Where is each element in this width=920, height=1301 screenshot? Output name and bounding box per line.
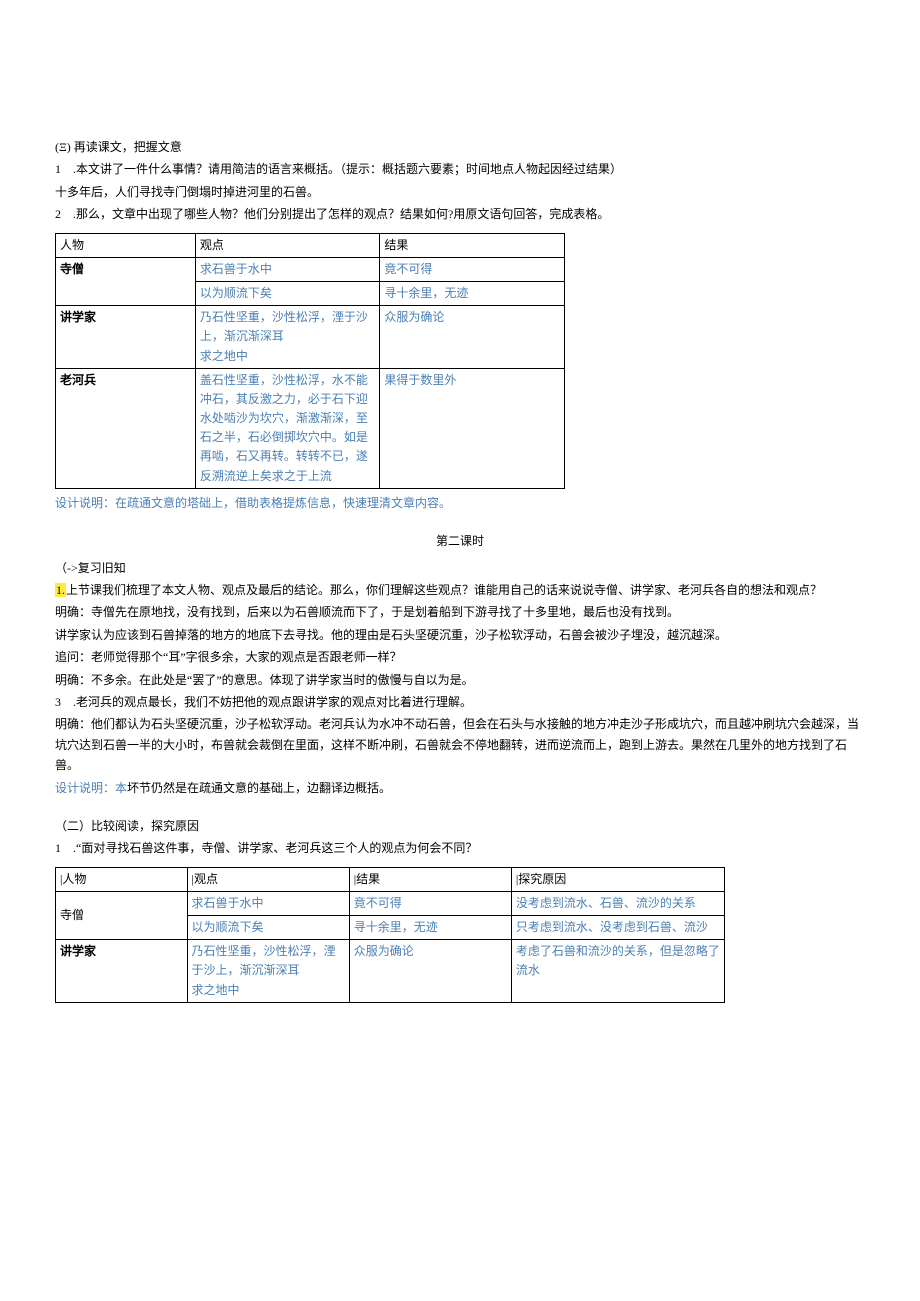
section-2-title: （二）比较阅读，探究原因: [55, 816, 865, 836]
table-row: |人物 |观点 |结果 |探究原因: [56, 867, 725, 891]
sub-review: （->复习旧知: [55, 558, 865, 578]
p3: 讲学家认为应该到石兽掉落的地方的地底下去寻找。他的理由是石头坚硬沉重，沙子松软浮…: [55, 625, 865, 645]
p7: 明确：他们都认为石头坚硬沉重，沙子松软浮动。老河兵认为水冲不动石兽，但会在石头与…: [55, 714, 865, 775]
th-role: |人物: [56, 867, 188, 891]
p6: 3 .老河兵的观点最长，我们不妨把他的观点跟讲学家的观点对比着进行理解。: [55, 692, 865, 712]
highlight-1: 1.: [55, 583, 66, 597]
section-3-title: (Ξ) 再读课文，把握文意: [55, 137, 865, 157]
design-note-1: 设计说明：在疏通文意的塔础上，借助表格提炼信息，快速理清文章内容。: [55, 493, 865, 513]
a1: 十多年后，人们寻找寺门倒塌时掉进河里的石兽。: [55, 182, 865, 202]
design-note-2: 设计说明：本坏节仍然是在疏通文意的基础上，边翻译边概括。: [55, 778, 865, 798]
table-row: 讲学家 乃石性坚重，沙性松浮，湮于沙上，渐沉渐深耳 求之地中 众服为确论: [56, 306, 565, 369]
cell-reason: 只考虑到流水、没考虑到石兽、流沙: [511, 916, 724, 940]
table-row: 老河兵 盖石性坚重，沙性松浮，水不能冲石，其反激之力，必于石下迎水处啮沙为坎穴，…: [56, 368, 565, 488]
note2a: 设计说明：本: [55, 781, 127, 795]
th-reason: |探究原因: [511, 867, 724, 891]
cell-result: 众服为确论: [349, 940, 511, 1003]
th-view: 观点: [195, 233, 380, 257]
cell-result: 果得于数里外: [380, 368, 565, 488]
cell-view: 乃石性坚重，沙性松浮，湮于沙上，渐沉渐深耳 求之地中: [195, 306, 380, 369]
table-compare-reasons: |人物 |观点 |结果 |探究原因 寺僧 求石兽于水中 竟不可得 没考虑到流水、…: [55, 867, 725, 1003]
table-row: 人物 观点 结果: [56, 233, 565, 257]
p4: 追问：老师觉得那个“耳”字很多余，大家的观点是否跟老师一样？: [55, 647, 865, 667]
cell-result: 寻十余里，无迹: [349, 916, 511, 940]
table-row: 寺僧 求石兽于水中 竟不可得: [56, 257, 565, 281]
cell-role: 寺僧: [56, 891, 188, 939]
table-row: 寺僧 求石兽于水中 竟不可得 没考虑到流水、石兽、流沙的关系: [56, 891, 725, 915]
p1: 1.上节课我们梳理了本文人物、观点及最后的结论。那么，你们理解这些观点？谁能用自…: [55, 580, 865, 600]
cell-view: 求石兽于水中: [187, 891, 349, 915]
cell-role: 老河兵: [56, 368, 196, 488]
p2: 明确：寺僧先在原地找，没有找到，后来以为石兽顺流而下了，于是划着船到下游寻找了十…: [55, 602, 865, 622]
cell-result: 竟不可得: [349, 891, 511, 915]
cell-view: 以为顺流下矣: [187, 916, 349, 940]
cell-result: 寻十余里，无迹: [380, 281, 565, 305]
cell-view: 求石兽于水中: [195, 257, 380, 281]
th-role: 人物: [56, 233, 196, 257]
p1-text: 上节课我们梳理了本文人物、观点及最后的结论。那么，你们理解这些观点？谁能用自己的…: [66, 583, 822, 597]
cell-result: 众服为确论: [380, 306, 565, 369]
cell-role: 寺僧: [56, 257, 196, 305]
cell-role: 讲学家: [56, 306, 196, 369]
th-result: |结果: [349, 867, 511, 891]
cell-view: 以为顺流下矣: [195, 281, 380, 305]
cell-reason: 没考虑到流水、石兽、流沙的关系: [511, 891, 724, 915]
table-row: 讲学家 乃石性坚重，沙性松浮，湮于沙上，渐沉渐深耳 求之地中 众服为确论 考虑了…: [56, 940, 725, 1003]
p5: 明确：不多余。在此处是“罢了”的意思。体现了讲学家当时的傲慢与自以为是。: [55, 670, 865, 690]
cell-view: 乃石性坚重，沙性松浮，湮于沙上，渐沉渐深耳 求之地中: [187, 940, 349, 1003]
th-result: 结果: [380, 233, 565, 257]
cell-view: 盖石性坚重，沙性松浮，水不能冲石，其反激之力，必于石下迎水处啮沙为坎穴，渐激渐深…: [195, 368, 380, 488]
q2: 2 .那么，文章中出现了哪些人物？他们分别提出了怎样的观点？结果如何?用原文语句…: [55, 204, 865, 224]
q1: 1 .本文讲了一件什么事情？请用简洁的语言来概括。（提示：概括题六要素；时间地点…: [55, 159, 865, 179]
sec2-q1: 1 .“面对寻找石兽这件事，寺僧、讲学家、老河兵这三个人的观点为何会不同？: [55, 838, 865, 858]
th-view: |观点: [187, 867, 349, 891]
lesson-2-title: 第二课时: [55, 531, 865, 551]
cell-reason: 考虑了石兽和流沙的关系，但是忽略了流水: [511, 940, 724, 1003]
cell-role: 讲学家: [56, 940, 188, 1003]
table-characters-views: 人物 观点 结果 寺僧 求石兽于水中 竟不可得 以为顺流下矣 寻十余里，无迹 讲…: [55, 233, 565, 489]
cell-result: 竟不可得: [380, 257, 565, 281]
note2b: 坏节仍然是在疏通文意的基础上，边翻译边概括。: [127, 781, 391, 795]
